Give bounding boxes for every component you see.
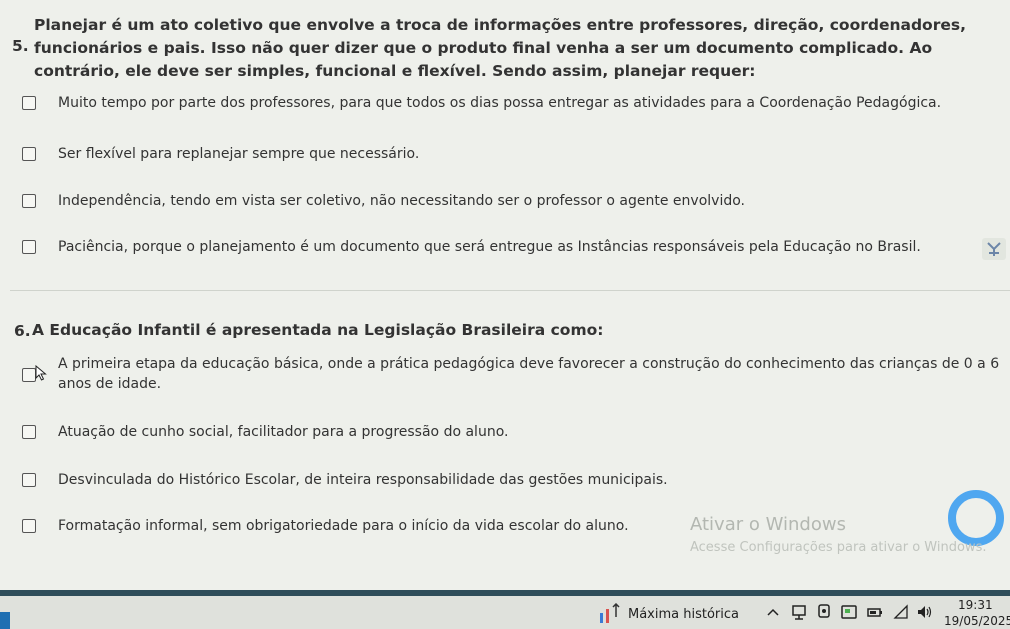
checkbox[interactable] [22,194,36,208]
network-icon[interactable] [790,603,808,621]
question-6-option-4[interactable]: Formatação informal, sem obrigatoriedade… [22,516,629,536]
question-5-number: 5. [12,37,29,55]
activation-watermark-subtitle: Acesse Configurações para ativar o Windo… [690,540,987,555]
loading-spinner-icon [948,490,1004,546]
checkbox[interactable] [22,240,36,254]
clock-time[interactable]: 19:31 [958,598,993,612]
checkbox[interactable] [22,147,36,161]
option-label: Paciência, porque o planejamento é um do… [58,239,921,255]
battery-icon[interactable] [866,603,884,621]
option-label: Atuação de cunho social, facilitador par… [58,424,509,440]
option-label: Independência, tendo em vista ser coleti… [58,193,745,209]
start-button[interactable] [0,612,10,629]
question-6-option-1[interactable]: A primeira etapa da educação básica, ond… [22,354,1010,394]
section-divider [10,290,1010,291]
question-5-option-2[interactable]: Ser flexível para replanejar sempre que … [22,144,419,164]
chevron-up-icon[interactable] [764,603,782,621]
checkbox[interactable] [22,519,36,533]
screen-icon[interactable] [840,603,858,621]
question-6-prompt: A Educação Infantil é apresentada na Leg… [32,321,604,339]
question-5-option-3[interactable]: Independência, tendo em vista ser coleti… [22,191,745,211]
checkbox[interactable] [22,473,36,487]
wifi-icon[interactable] [892,603,910,621]
quiz-page: 5. Planejar é um ato coletivo que envolv… [0,0,1010,590]
stock-widget-text[interactable]: Máxima histórica [628,607,739,622]
option-label: Muito tempo por parte dos professores, p… [58,95,942,111]
question-6-option-2[interactable]: Atuação de cunho social, facilitador par… [22,422,508,442]
option-label: A primeira etapa da educação básica, ond… [58,356,1000,392]
option-label: Ser flexível para replanejar sempre que … [58,146,420,162]
option-label: Formatação informal, sem obrigatoriedade… [58,518,629,534]
checkbox[interactable] [22,368,36,382]
question-6-number: 6. [14,322,31,340]
checkbox[interactable] [22,96,36,110]
question-5-prompt: Planejar é um ato coletivo que envolve a… [34,16,966,80]
stock-chart-icon[interactable] [598,603,620,625]
taskview-icon[interactable] [815,603,833,621]
question-6-option-3[interactable]: Desvinculada do Histórico Escolar, de in… [22,470,668,490]
mouse-cursor-icon [35,365,47,381]
question-5-option-1[interactable]: Muito tempo por parte dos professores, p… [22,93,941,113]
question-5-option-4[interactable]: Paciência, porque o planejamento é um do… [22,237,921,257]
taskbar [0,596,1010,629]
checkbox[interactable] [22,425,36,439]
pin-icon[interactable] [982,238,1006,260]
activation-watermark-title: Ativar o Windows [690,514,846,535]
option-label: Desvinculada do Histórico Escolar, de in… [58,472,668,488]
clock-date[interactable]: 19/05/2025 [944,614,1010,628]
volume-icon[interactable] [916,603,934,621]
